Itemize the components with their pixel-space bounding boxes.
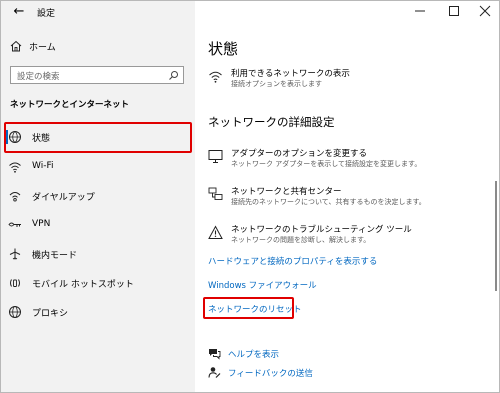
title-bar: ← 設定 xyxy=(1,1,195,25)
advanced-settings-heading: ネットワークの詳細設定 xyxy=(208,115,335,129)
network-sharing-icon xyxy=(208,187,223,202)
warning-icon xyxy=(208,225,223,240)
home-icon xyxy=(9,39,23,53)
sidebar-item-vpn[interactable]: VPN xyxy=(1,213,195,237)
search-input[interactable]: 設定の検索 xyxy=(10,66,184,84)
maximize-icon[interactable] xyxy=(446,4,462,18)
highlight-box xyxy=(4,122,192,153)
sidebar-item-label: ダイヤルアップ xyxy=(32,193,95,203)
feedback-link[interactable]: フィードバックの送信 xyxy=(208,365,408,381)
item-title: ネットワークのトラブルシューティング ツール xyxy=(231,225,412,235)
dialup-icon xyxy=(8,189,22,203)
sidebar: ← 設定 ホーム 設定の検索 ネットワークとインターネット 状態 Wi-Fi ダ… xyxy=(1,1,195,392)
sidebar-item-wifi[interactable]: Wi-Fi xyxy=(1,155,195,179)
back-arrow-icon[interactable]: ← xyxy=(11,4,27,20)
item-title: 利用できるネットワークの表示 xyxy=(231,69,350,79)
windows-firewall-link[interactable]: Windows ファイアウォール xyxy=(208,279,317,291)
sidebar-section-label: ネットワークとインターネット xyxy=(10,100,130,110)
adapter-options-item[interactable]: アダプターのオプションを変更する ネットワーク アダプターを表示して接続設定を変… xyxy=(208,147,488,173)
troubleshooter-item[interactable]: ネットワークのトラブルシューティング ツール ネットワークの問題を診断し、解決し… xyxy=(208,223,488,249)
minimize-icon[interactable] xyxy=(412,4,428,18)
sidebar-item-dialup[interactable]: ダイヤルアップ xyxy=(1,184,195,208)
sidebar-item-airplane[interactable]: 機内モード xyxy=(1,242,195,266)
close-icon[interactable] xyxy=(477,4,493,18)
available-networks-item[interactable]: 利用できるネットワークの表示 接続オプションを表示します xyxy=(208,67,488,93)
help-link[interactable]: ヘルプを表示 xyxy=(208,346,408,362)
feedback-label: フィードバックの送信 xyxy=(228,369,313,379)
item-description: ネットワークの問題を診断し、解決します。 xyxy=(231,236,371,244)
page-title: 状態 xyxy=(208,40,239,58)
highlight-box xyxy=(203,297,294,319)
vpn-icon xyxy=(8,218,22,232)
home-label: ホーム xyxy=(29,43,56,53)
sidebar-item-hotspot[interactable]: モバイル ホットスポット xyxy=(1,271,195,295)
item-description: 接続オプションを表示します xyxy=(231,80,322,88)
help-label: ヘルプを表示 xyxy=(228,350,280,360)
item-title: ネットワークと共有センター xyxy=(231,187,342,197)
sidebar-item-label: 機内モード xyxy=(32,251,78,261)
monitor-icon xyxy=(208,149,223,164)
wifi-signal-icon xyxy=(208,69,223,84)
help-chat-icon xyxy=(208,347,221,360)
sidebar-item-label: プロキシ xyxy=(32,309,69,319)
search-placeholder: 設定の検索 xyxy=(17,72,60,82)
item-description: ネットワーク アダプターを表示して接続設定を変更します。 xyxy=(231,160,422,168)
wifi-icon xyxy=(8,160,22,174)
item-description: 接続先のネットワークについて、共有するものを決定します。 xyxy=(231,198,426,206)
search-icon[interactable] xyxy=(168,70,179,81)
hotspot-icon xyxy=(8,276,22,290)
scrollbar[interactable] xyxy=(495,181,497,291)
sidebar-item-label: VPN xyxy=(32,219,51,229)
home-nav-item[interactable]: ホーム xyxy=(7,38,187,56)
hardware-properties-link[interactable]: ハードウェアと接続のプロパティを表示する xyxy=(208,255,377,267)
app-title: 設定 xyxy=(37,9,56,19)
settings-window: ← 設定 ホーム 設定の検索 ネットワークとインターネット 状態 Wi-Fi ダ… xyxy=(0,0,500,393)
sidebar-item-proxy[interactable]: プロキシ xyxy=(1,300,195,324)
feedback-icon xyxy=(208,366,221,379)
item-title: アダプターのオプションを変更する xyxy=(231,149,368,159)
globe-icon xyxy=(8,305,22,319)
sidebar-item-label: Wi-Fi xyxy=(32,161,54,171)
sidebar-item-label: モバイル ホットスポット xyxy=(32,280,134,290)
main-pane: 状態 利用できるネットワークの表示 接続オプションを表示します ネットワークの詳… xyxy=(196,1,499,392)
airplane-icon xyxy=(8,247,22,261)
network-sharing-center-item[interactable]: ネットワークと共有センター 接続先のネットワークについて、共有するものを決定しま… xyxy=(208,185,488,211)
